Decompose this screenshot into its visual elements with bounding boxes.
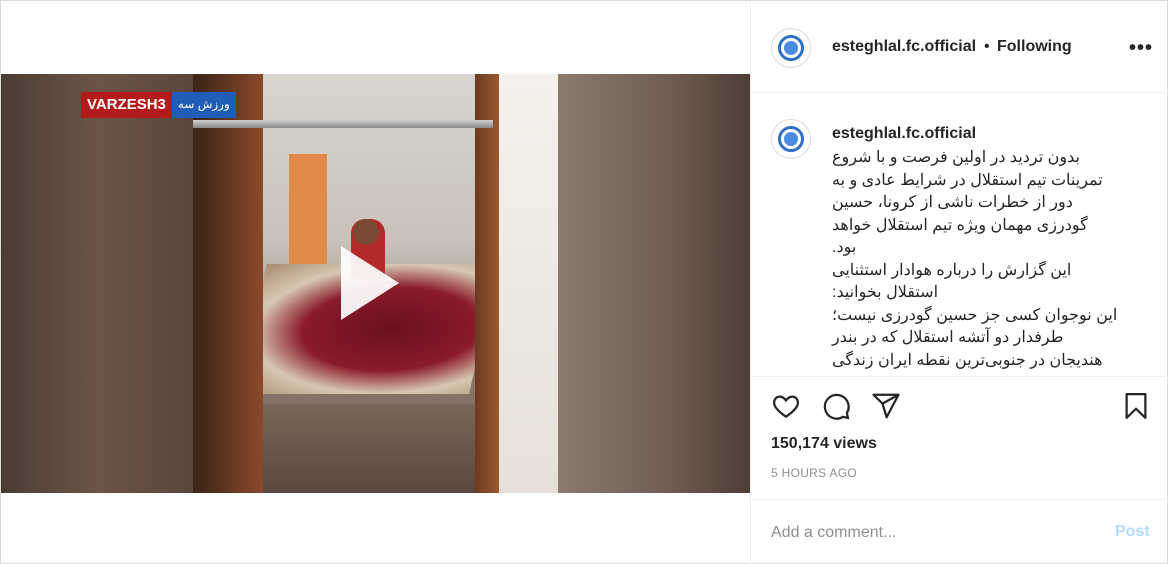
post-button[interactable]: Post [1115, 523, 1150, 541]
separator-dot: • [984, 38, 990, 55]
view-count[interactable]: 150,174 views [771, 435, 877, 453]
comment-bar: Post [751, 499, 1168, 564]
post-modal: VARZESH3 ورزش سه esteghlal.fc.official •… [0, 0, 1168, 564]
bookmark-icon[interactable] [1121, 391, 1153, 423]
action-bar [751, 391, 1168, 423]
following-button[interactable]: Following [997, 38, 1072, 56]
more-options-icon[interactable]: ••• [1129, 37, 1153, 60]
header-username[interactable]: esteghlal.fc.official [832, 38, 976, 56]
heart-icon[interactable] [771, 391, 803, 423]
watermark-brand: VARZESH3 [81, 92, 172, 118]
video-blur-left [1, 74, 193, 493]
channel-watermark: VARZESH3 ورزش سه [81, 92, 236, 118]
caption-text: بدون تردید در اولین فرصت و با شروع تمرین… [832, 149, 1118, 369]
play-icon[interactable] [341, 246, 399, 320]
post-header: esteghlal.fc.official • Following ••• [751, 1, 1168, 93]
post-side-panel: esteghlal.fc.official • Following ••• es… [750, 1, 1168, 564]
watermark-sub: ورزش سه [171, 92, 236, 118]
avatar[interactable] [771, 28, 811, 68]
caption-section: esteghlal.fc.official بدون تردید در اولی… [751, 94, 1168, 377]
caption-username[interactable]: esteghlal.fc.official [832, 125, 976, 143]
video-blur-right [558, 74, 750, 493]
post-timestamp[interactable]: 5 HOURS AGO [771, 466, 857, 480]
view-count-text: 150,174 views [771, 435, 877, 452]
share-icon[interactable] [871, 391, 903, 423]
caption-avatar[interactable] [771, 119, 811, 159]
comment-input[interactable] [771, 522, 1091, 544]
comment-icon[interactable] [821, 391, 853, 423]
video-player[interactable]: VARZESH3 ورزش سه [1, 74, 750, 493]
